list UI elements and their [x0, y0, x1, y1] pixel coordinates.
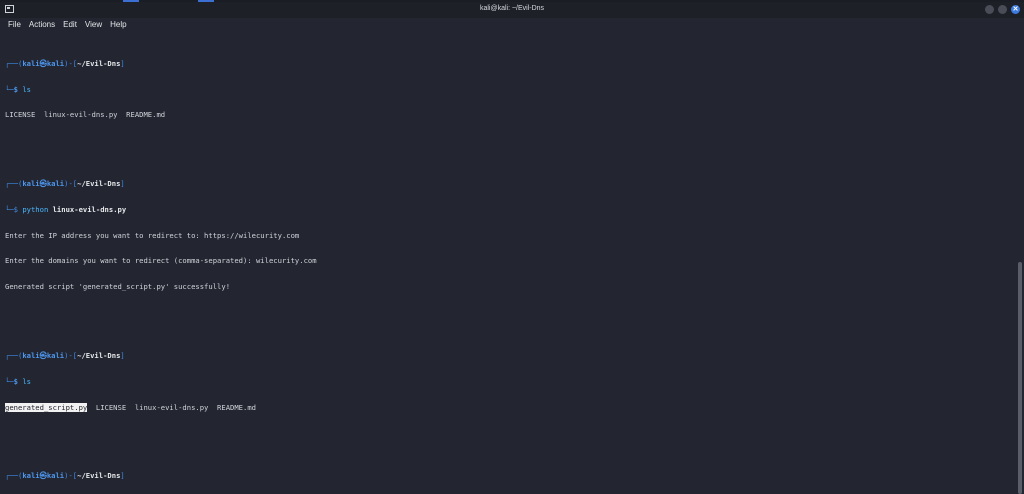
menu-edit[interactable]: Edit [63, 20, 77, 29]
command-python: python [22, 204, 49, 214]
command-arg: linux-evil-dns.py [52, 204, 127, 214]
prompt-line-bottom: └─$ ls [5, 376, 31, 386]
prompt-line-top: ┌──(kali㉿kali)-[~/Evil-Dns] [5, 471, 125, 481]
menu-bar: File Actions Edit View Help [0, 18, 1024, 31]
minimize-button[interactable] [985, 5, 994, 14]
command-text: ls [22, 84, 31, 94]
output-line: Enter the IP address you want to redirec… [5, 230, 300, 240]
selected-filename[interactable]: generated_script.py [5, 402, 88, 412]
terminal-output[interactable]: ┌──(kali㉿kali)-[~/Evil-Dns] └─$ ls LICEN… [5, 34, 1012, 494]
menu-help[interactable]: Help [110, 20, 126, 29]
command-text: ls [22, 376, 31, 386]
prompt-line-bottom: └─$ python linux-evil-dns.py [5, 204, 127, 214]
prompt-line-top: ┌──(kali㉿kali)-[~/Evil-Dns] [5, 179, 125, 189]
window-title: kali@kali: ~/Evil-Dns [479, 5, 545, 12]
scrollbar[interactable] [1018, 262, 1022, 494]
menu-actions[interactable]: Actions [29, 20, 55, 29]
output-line: LICENSE linux-evil-dns.py README.md [5, 110, 166, 120]
prompt-line-bottom: └─$ ls [5, 84, 31, 94]
terminal-window: kali@kali: ~/Evil-Dns ✕ File Actions Edi… [0, 0, 1024, 494]
maximize-button[interactable] [998, 5, 1007, 14]
output-line: generated_script.py LICENSE linux-evil-d… [5, 402, 256, 412]
menu-view[interactable]: View [85, 20, 102, 29]
output-line: Enter the domains you want to redirect (… [5, 256, 317, 266]
close-icon: ✕ [1012, 6, 1019, 13]
title-bar[interactable]: kali@kali: ~/Evil-Dns ✕ [0, 2, 1024, 18]
close-button[interactable]: ✕ [1011, 5, 1020, 14]
window-controls: ✕ [985, 5, 1020, 14]
menu-file[interactable]: File [8, 20, 21, 29]
prompt-line-top: ┌──(kali㉿kali)-[~/Evil-Dns] [5, 58, 125, 68]
output-line: Generated script 'generated_script.py' s… [5, 282, 231, 292]
prompt-line-top: ┌──(kali㉿kali)-[~/Evil-Dns] [5, 350, 125, 360]
